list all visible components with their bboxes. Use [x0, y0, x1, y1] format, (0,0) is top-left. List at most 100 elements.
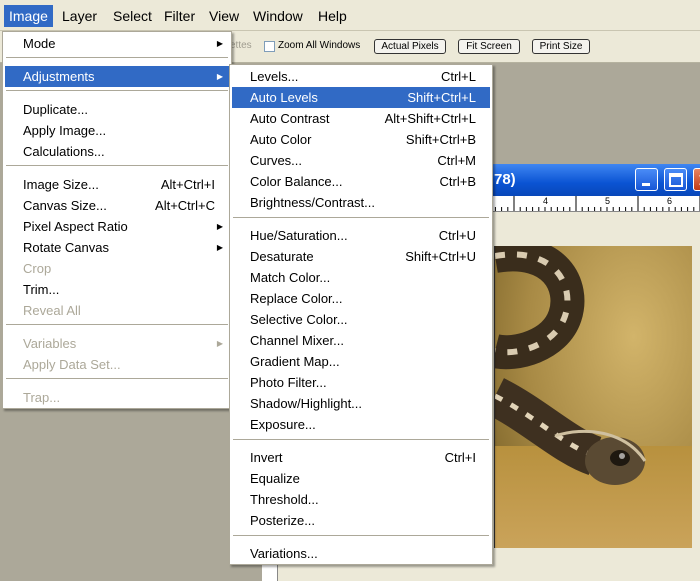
menu-item-label: Apply Image...: [23, 123, 107, 138]
menu-item-gradient-map[interactable]: Gradient Map...: [232, 351, 490, 372]
menu-layer[interactable]: Layer: [57, 5, 102, 27]
menu-item-shortcut: Ctrl+U: [438, 228, 476, 243]
menu-item-label: Variables: [23, 336, 77, 351]
menu-item-variables: Variables ▶: [5, 333, 229, 354]
menu-item-label: Variations...: [250, 546, 318, 561]
menu-item-desaturate[interactable]: Desaturate Shift+Ctrl+U: [232, 246, 490, 267]
menu-item-label: Crop: [23, 261, 52, 276]
menu-item-image-size[interactable]: Image Size... Alt+Ctrl+I: [5, 174, 229, 195]
menu-item-trim[interactable]: Trim...: [5, 279, 229, 300]
menu-item-label: Levels...: [250, 69, 299, 84]
menu-item-apply-image[interactable]: Apply Image...: [5, 120, 229, 141]
menu-item-shadow-highlight[interactable]: Shadow/Highlight...: [232, 393, 490, 414]
menu-item-auto-contrast[interactable]: Auto Contrast Alt+Shift+Ctrl+L: [232, 108, 490, 129]
menu-item-shortcut: Alt+Shift+Ctrl+L: [384, 111, 476, 126]
menu-item-photo-filter[interactable]: Photo Filter...: [232, 372, 490, 393]
menu-item-adjustments[interactable]: Adjustments ▶: [5, 66, 229, 87]
ruler-label-6: 6: [667, 196, 673, 206]
menu-item-invert[interactable]: Invert Ctrl+I: [232, 447, 490, 468]
menu-view[interactable]: View: [204, 5, 244, 27]
menu-item-label: Image Size...: [23, 177, 99, 192]
menu-item-rotate-canvas[interactable]: Rotate Canvas ▶: [5, 237, 229, 258]
menu-item-shortcut: Shift+Ctrl+B: [405, 132, 476, 147]
maximize-button[interactable]: [664, 168, 687, 191]
ruler-label-4: 4: [543, 196, 549, 206]
menu-item-match-color[interactable]: Match Color...: [232, 267, 490, 288]
close-button[interactable]: [693, 168, 700, 191]
menu-item-label: Hue/Saturation...: [250, 228, 348, 243]
image-menu: Mode ▶ Adjustments ▶ Duplicate... Apply Image…: [2, 31, 232, 409]
actual-pixels-button[interactable]: Actual Pixels: [374, 39, 446, 54]
menu-item-label: Calculations...: [23, 144, 105, 159]
menu-item-label: Apply Data Set...: [23, 357, 121, 372]
menu-separator: [6, 378, 228, 380]
menu-item-threshold[interactable]: Threshold...: [232, 489, 490, 510]
menu-item-label: Canvas Size...: [23, 198, 107, 213]
menu-item-auto-color[interactable]: Auto Color Shift+Ctrl+B: [232, 129, 490, 150]
menu-item-label: Photo Filter...: [250, 375, 327, 390]
menu-select[interactable]: Select: [108, 5, 157, 27]
menu-item-mode[interactable]: Mode ▶: [5, 33, 229, 54]
menu-filter[interactable]: Filter: [159, 5, 200, 27]
menu-image[interactable]: Image: [4, 5, 53, 27]
menu-item-label: Auto Contrast: [250, 111, 330, 126]
menu-item-equalize[interactable]: Equalize: [232, 468, 490, 489]
menu-item-label: Threshold...: [250, 492, 319, 507]
menu-separator: [233, 439, 489, 441]
menu-item-label: Exposure...: [250, 417, 316, 432]
menu-item-selective-color[interactable]: Selective Color...: [232, 309, 490, 330]
menu-item-pixel-aspect-ratio[interactable]: Pixel Aspect Ratio ▶: [5, 216, 229, 237]
menu-item-curves[interactable]: Curves... Ctrl+M: [232, 150, 490, 171]
menu-item-label: Equalize: [250, 471, 300, 486]
menu-item-label: Gradient Map...: [250, 354, 340, 369]
ruler-label-5: 5: [605, 196, 611, 206]
snake-photo: [494, 246, 692, 548]
menu-item-posterize[interactable]: Posterize...: [232, 510, 490, 531]
menu-item-variations[interactable]: Variations...: [232, 543, 490, 564]
menu-item-label: Adjustments: [23, 69, 95, 84]
submenu-arrow-icon: ▶: [216, 72, 223, 81]
menu-item-label: Shadow/Highlight...: [250, 396, 363, 411]
menu-item-label: Match Color...: [250, 270, 331, 285]
submenu-arrow-icon: ▶: [216, 39, 223, 48]
menu-item-trap: Trap...: [5, 387, 229, 408]
menu-item-hue-saturation[interactable]: Hue/Saturation... Ctrl+U: [232, 225, 490, 246]
menu-item-channel-mixer[interactable]: Channel Mixer...: [232, 330, 490, 351]
menu-item-reveal-all: Reveal All: [5, 300, 229, 321]
menu-separator: [6, 90, 228, 92]
minimize-button[interactable]: [635, 168, 658, 191]
minimize-icon: [642, 183, 650, 186]
print-size-button[interactable]: Print Size: [532, 39, 590, 54]
menu-item-label: Pixel Aspect Ratio: [23, 219, 128, 234]
menu-help[interactable]: Help: [313, 5, 352, 27]
menu-item-shortcut: Alt+Ctrl+C: [155, 198, 215, 213]
zoom-all-windows-label[interactable]: Zoom All Windows: [278, 40, 360, 51]
menu-item-exposure[interactable]: Exposure...: [232, 414, 490, 435]
menu-item-shortcut: Shift+Ctrl+U: [405, 249, 476, 264]
menu-item-apply-data-set: Apply Data Set...: [5, 354, 229, 375]
menu-item-label: Reveal All: [23, 303, 81, 318]
menu-item-auto-levels[interactable]: Auto Levels Shift+Ctrl+L: [232, 87, 490, 108]
menu-separator: [6, 57, 228, 59]
menu-item-levels[interactable]: Levels... Ctrl+L: [232, 66, 490, 87]
menu-window[interactable]: Window: [248, 5, 308, 27]
submenu-arrow-icon: ▶: [216, 339, 223, 348]
menu-item-label: Selective Color...: [250, 312, 348, 327]
menu-separator: [6, 165, 228, 167]
menu-item-brightness-contrast[interactable]: Brightness/Contrast...: [232, 192, 490, 213]
menu-item-shortcut: Shift+Ctrl+L: [407, 90, 476, 105]
menu-item-canvas-size[interactable]: Canvas Size... Alt+Ctrl+C: [5, 195, 229, 216]
menu-item-label: Color Balance...: [250, 174, 343, 189]
menu-item-calculations[interactable]: Calculations...: [5, 141, 229, 162]
menu-item-replace-color[interactable]: Replace Color...: [232, 288, 490, 309]
zoom-all-windows-checkbox[interactable]: [264, 41, 275, 52]
menu-separator: [6, 324, 228, 326]
menu-item-duplicate[interactable]: Duplicate...: [5, 99, 229, 120]
menu-item-label: Auto Color: [250, 132, 312, 147]
menu-separator: [233, 217, 489, 219]
submenu-arrow-icon: ▶: [216, 243, 223, 252]
fit-screen-button[interactable]: Fit Screen: [458, 39, 520, 54]
menu-item-color-balance[interactable]: Color Balance... Ctrl+B: [232, 171, 490, 192]
menu-item-shortcut: Ctrl+M: [437, 153, 476, 168]
close-icon: [699, 175, 700, 185]
